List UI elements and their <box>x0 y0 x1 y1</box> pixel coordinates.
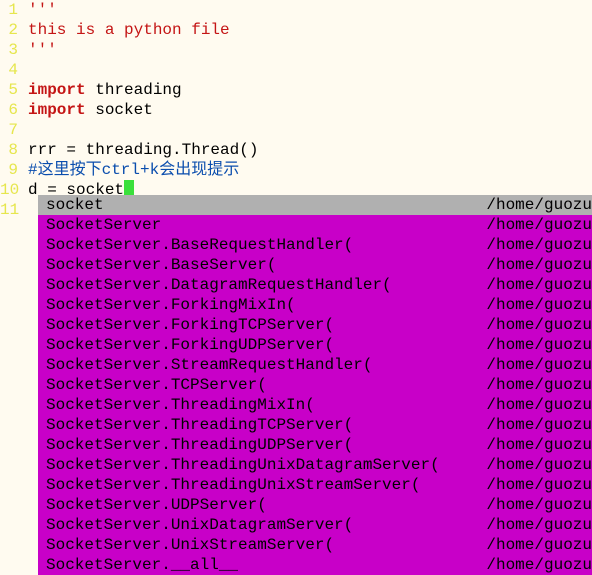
autocomplete-item-name: SocketServer.StreamRequestHandler( <box>46 355 478 375</box>
autocomplete-item-name: socket <box>46 195 478 215</box>
code-token: this is a python file <box>28 21 230 39</box>
line-number: 2 <box>0 20 18 40</box>
autocomplete-item-name: SocketServer.__all__ <box>46 555 478 575</box>
autocomplete-item-path: /home/guozu <box>478 275 592 295</box>
line-number: 6 <box>0 100 18 120</box>
autocomplete-item-name: SocketServer.ForkingMixIn( <box>46 295 478 315</box>
line-number: 8 <box>0 140 18 160</box>
autocomplete-item-name: SocketServer.TCPServer( <box>46 375 478 395</box>
code-token: import <box>28 81 86 99</box>
autocomplete-item[interactable]: SocketServer/home/guozu <box>38 215 592 235</box>
autocomplete-item-path: /home/guozu <box>478 495 592 515</box>
autocomplete-item[interactable]: SocketServer.ThreadingMixIn(/home/guozu <box>38 395 592 415</box>
autocomplete-item-path: /home/guozu <box>478 555 592 575</box>
autocomplete-item-path: /home/guozu <box>478 415 592 435</box>
line-number: 11 <box>0 200 18 220</box>
autocomplete-item-path: /home/guozu <box>478 475 592 495</box>
code-token: import <box>28 101 86 119</box>
autocomplete-item-name: SocketServer.ThreadingMixIn( <box>46 395 478 415</box>
autocomplete-item[interactable]: SocketServer.ThreadingTCPServer(/home/gu… <box>38 415 592 435</box>
code-line[interactable]: #这里按下ctrl+k会出现提示 <box>28 160 592 180</box>
autocomplete-item-name: SocketServer.UDPServer( <box>46 495 478 515</box>
line-number-gutter: 1234567891011 <box>0 0 22 572</box>
autocomplete-item-name: SocketServer.BaseRequestHandler( <box>46 235 478 255</box>
code-line[interactable] <box>28 60 592 80</box>
autocomplete-item-name: SocketServer.DatagramRequestHandler( <box>46 275 478 295</box>
autocomplete-popup[interactable]: socket/home/guozuSocketServer/home/guozu… <box>38 195 592 575</box>
autocomplete-item[interactable]: SocketServer.ForkingTCPServer(/home/guoz… <box>38 315 592 335</box>
autocomplete-item-name: SocketServer.ThreadingTCPServer( <box>46 415 478 435</box>
autocomplete-item[interactable]: SocketServer.ForkingMixIn(/home/guozu <box>38 295 592 315</box>
autocomplete-item[interactable]: SocketServer.BaseRequestHandler(/home/gu… <box>38 235 592 255</box>
line-number: 10 <box>0 180 18 200</box>
autocomplete-item[interactable]: SocketServer.TCPServer(/home/guozu <box>38 375 592 395</box>
autocomplete-item-name: SocketServer.ForkingUDPServer( <box>46 335 478 355</box>
autocomplete-item-name: SocketServer.BaseServer( <box>46 255 478 275</box>
autocomplete-item-path: /home/guozu <box>478 255 592 275</box>
autocomplete-item[interactable]: SocketServer.StreamRequestHandler(/home/… <box>38 355 592 375</box>
code-line[interactable] <box>28 120 592 140</box>
autocomplete-item[interactable]: SocketServer.DatagramRequestHandler(/hom… <box>38 275 592 295</box>
code-token: rrr = threading.Thread() <box>28 141 258 159</box>
code-line[interactable]: ''' <box>28 40 592 60</box>
autocomplete-item[interactable]: SocketServer.ForkingUDPServer(/home/guoz… <box>38 335 592 355</box>
line-number: 3 <box>0 40 18 60</box>
autocomplete-item-path: /home/guozu <box>478 455 592 475</box>
code-line[interactable]: rrr = threading.Thread() <box>28 140 592 160</box>
code-line[interactable]: import threading <box>28 80 592 100</box>
line-number: 5 <box>0 80 18 100</box>
code-token: ''' <box>28 41 57 59</box>
autocomplete-item-path: /home/guozu <box>478 295 592 315</box>
autocomplete-item-path: /home/guozu <box>478 215 592 235</box>
autocomplete-item-path: /home/guozu <box>478 235 592 255</box>
code-line[interactable]: import socket <box>28 100 592 120</box>
autocomplete-item-path: /home/guozu <box>478 375 592 395</box>
autocomplete-item-path: /home/guozu <box>478 355 592 375</box>
autocomplete-item[interactable]: SocketServer.UnixStreamServer(/home/guoz… <box>38 535 592 555</box>
line-number: 1 <box>0 0 18 20</box>
autocomplete-item[interactable]: SocketServer.ThreadingUDPServer(/home/gu… <box>38 435 592 455</box>
autocomplete-item-path: /home/guozu <box>478 195 592 215</box>
autocomplete-item-path: /home/guozu <box>478 435 592 455</box>
autocomplete-item-name: SocketServer.ThreadingUnixDatagramServer… <box>46 455 478 475</box>
autocomplete-item-name: SocketServer.ForkingTCPServer( <box>46 315 478 335</box>
autocomplete-item-name: SocketServer.UnixStreamServer( <box>46 535 478 555</box>
autocomplete-item[interactable]: SocketServer.__all__/home/guozu <box>38 555 592 575</box>
line-number: 7 <box>0 120 18 140</box>
code-line[interactable]: this is a python file <box>28 20 592 40</box>
autocomplete-item-path: /home/guozu <box>478 515 592 535</box>
autocomplete-item[interactable]: socket/home/guozu <box>38 195 592 215</box>
code-line[interactable]: ''' <box>28 0 592 20</box>
autocomplete-item-path: /home/guozu <box>478 395 592 415</box>
autocomplete-item-name: SocketServer <box>46 215 478 235</box>
autocomplete-item-name: SocketServer.ThreadingUnixStreamServer( <box>46 475 478 495</box>
autocomplete-item-path: /home/guozu <box>478 535 592 555</box>
autocomplete-item[interactable]: SocketServer.BaseServer(/home/guozu <box>38 255 592 275</box>
autocomplete-item[interactable]: SocketServer.UDPServer(/home/guozu <box>38 495 592 515</box>
autocomplete-item[interactable]: SocketServer.UnixDatagramServer(/home/gu… <box>38 515 592 535</box>
line-number: 9 <box>0 160 18 180</box>
line-number: 4 <box>0 60 18 80</box>
autocomplete-item-name: SocketServer.UnixDatagramServer( <box>46 515 478 535</box>
code-token: ''' <box>28 1 57 19</box>
autocomplete-item-path: /home/guozu <box>478 315 592 335</box>
autocomplete-item[interactable]: SocketServer.ThreadingUnixStreamServer(/… <box>38 475 592 495</box>
code-token: #这里按下ctrl+k会出现提示 <box>28 161 239 179</box>
code-token: threading <box>86 81 182 99</box>
autocomplete-item-name: SocketServer.ThreadingUDPServer( <box>46 435 478 455</box>
autocomplete-item-path: /home/guozu <box>478 335 592 355</box>
autocomplete-item[interactable]: SocketServer.ThreadingUnixDatagramServer… <box>38 455 592 475</box>
code-token: socket <box>86 101 153 119</box>
